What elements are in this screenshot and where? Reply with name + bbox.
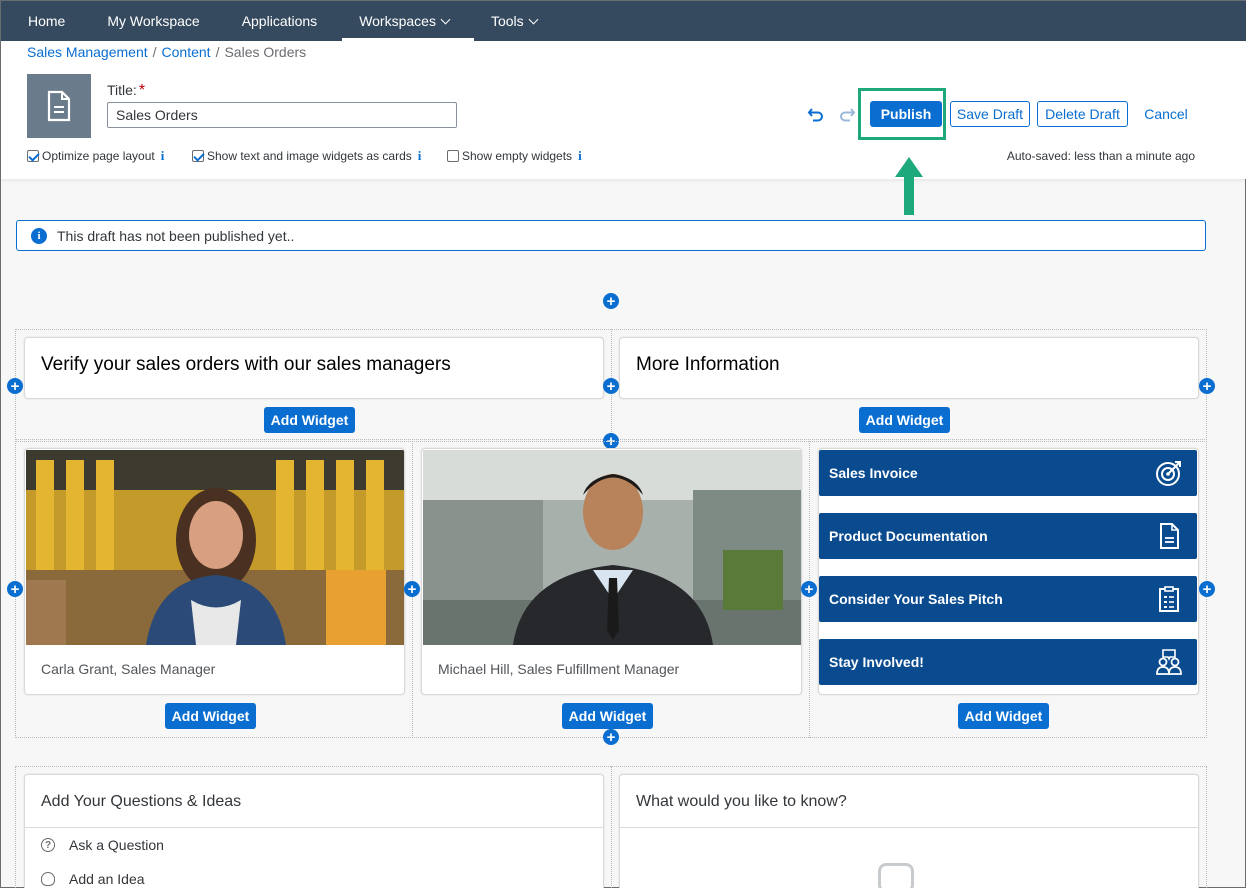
page-document-icon (27, 74, 91, 138)
link-label: Stay Involved! (829, 654, 924, 670)
draft-message-text: This draft has not been published yet.. (57, 227, 295, 244)
info-icon[interactable]: i (161, 148, 165, 164)
information-icon: i (31, 227, 47, 244)
add-column-icon[interactable]: + (7, 378, 23, 394)
add-section-icon[interactable]: + (603, 293, 619, 309)
carla-photo (26, 450, 404, 645)
clipboard-icon (1159, 586, 1179, 612)
publish-button[interactable]: Publish (870, 101, 942, 127)
add-column-icon[interactable]: + (1199, 581, 1215, 597)
carla-caption: Carla Grant, Sales Manager (41, 661, 216, 677)
redo-icon[interactable] (838, 105, 856, 123)
add-widget-button[interactable]: Add Widget (562, 703, 653, 729)
optimize-layout-checkbox[interactable] (27, 150, 39, 162)
info-icon[interactable]: i (578, 148, 582, 164)
link-label: Sales Invoice (829, 465, 918, 481)
widgets-as-cards-checkbox[interactable] (192, 150, 204, 162)
what-to-know-card[interactable]: What would you like to know? (619, 774, 1199, 888)
chat-placeholder-icon (878, 863, 914, 888)
add-column-icon[interactable]: + (603, 378, 619, 394)
add-widget-button[interactable]: Add Widget (264, 407, 355, 433)
lightbulb-icon (41, 872, 55, 886)
breadcrumb-current: Sales Orders (224, 44, 307, 60)
link-label: Product Documentation (829, 528, 988, 544)
undo-icon[interactable] (807, 105, 825, 123)
cancel-button[interactable]: Cancel (1137, 101, 1195, 127)
add-section-icon[interactable]: + (603, 729, 619, 745)
nav-workspaces-label: Workspaces (359, 13, 436, 29)
add-column-icon[interactable]: + (1199, 378, 1215, 394)
add-column-icon[interactable]: + (404, 581, 420, 597)
annotation-arrow-icon (895, 157, 923, 215)
add-column-icon[interactable]: + (7, 581, 23, 597)
people-icon (1156, 649, 1182, 675)
chevron-down-icon (528, 14, 539, 24)
michael-caption: Michael Hill, Sales Fulfillment Manager (438, 661, 680, 677)
top-navigation: Home My Workspace Applications Workspace… (1, 1, 1246, 41)
ask-question-link[interactable]: ? Ask a Question (41, 837, 164, 853)
save-draft-button[interactable]: Save Draft (950, 101, 1030, 127)
title-label: Title: * (107, 82, 145, 100)
person-card-carla[interactable]: Carla Grant, Sales Manager (24, 448, 405, 695)
nav-workspaces[interactable]: Workspaces (342, 1, 474, 41)
link-sales-invoice[interactable]: Sales Invoice (819, 450, 1197, 496)
verify-card-title: Verify your sales orders with our sales … (41, 354, 451, 375)
required-mark: * (138, 82, 146, 99)
breadcrumb-content[interactable]: Content (162, 44, 211, 60)
nav-my-workspace[interactable]: My Workspace (90, 1, 224, 41)
delete-draft-button[interactable]: Delete Draft (1037, 101, 1128, 127)
nav-my-workspace-label: My Workspace (107, 13, 200, 29)
more-info-card[interactable]: More Information (619, 337, 1199, 399)
option-widgets-as-cards[interactable]: Show text and image widgets as cards i (192, 148, 421, 164)
ask-question-label: Ask a Question (69, 837, 164, 853)
title-input[interactable] (107, 102, 457, 128)
add-widget-button[interactable]: Add Widget (958, 703, 1049, 729)
title-label-text: Title: (107, 82, 137, 98)
chevron-down-icon (440, 14, 451, 24)
draft-message-strip: i This draft has not been published yet.… (16, 220, 1206, 251)
questions-ideas-card[interactable]: Add Your Questions & Ideas ? Ask a Questi… (24, 774, 604, 888)
person-card-michael[interactable]: Michael Hill, Sales Fulfillment Manager (421, 448, 802, 695)
more-info-card-title: More Information (636, 354, 780, 375)
option-optimize-layout[interactable]: Optimize page layout i (27, 148, 164, 164)
breadcrumb-separator: / (152, 44, 157, 60)
option-show-empty-widgets[interactable]: Show empty widgets i (447, 148, 582, 164)
verify-text-card[interactable]: Verify your sales orders with our sales … (24, 337, 604, 399)
nav-applications-label: Applications (241, 13, 318, 29)
add-widget-button[interactable]: Add Widget (859, 407, 950, 433)
option-label: Show text and image widgets as cards (207, 149, 412, 163)
what-to-know-title: What would you like to know? (620, 775, 1198, 828)
document-icon (1160, 523, 1179, 549)
add-idea-label: Add an Idea (69, 871, 145, 887)
autosave-status: Auto-saved: less than a minute ago (1006, 149, 1195, 163)
option-label: Optimize page layout (42, 149, 155, 163)
link-consider-sales-pitch[interactable]: Consider Your Sales Pitch (819, 576, 1197, 622)
info-icon[interactable]: i (418, 148, 422, 164)
link-product-documentation[interactable]: Product Documentation (819, 513, 1197, 559)
link-label: Consider Your Sales Pitch (829, 591, 1003, 607)
nav-tools-label: Tools (490, 13, 524, 29)
nav-applications[interactable]: Applications (225, 1, 343, 41)
add-widget-button[interactable]: Add Widget (165, 703, 256, 729)
page-editor-header: Sales Management / Content / Sales Orders Ti… (1, 41, 1246, 179)
add-idea-link[interactable]: Add an Idea (41, 871, 145, 887)
link-stay-involved[interactable]: Stay Involved! (819, 639, 1197, 685)
target-icon (1156, 461, 1181, 486)
nav-home[interactable]: Home (11, 1, 90, 41)
question-icon: ? (41, 838, 55, 852)
column-divider (611, 766, 612, 888)
breadcrumb-sales-management[interactable]: Sales Management (27, 44, 148, 60)
michael-photo (423, 450, 801, 645)
option-label: Show empty widgets (462, 149, 573, 163)
breadcrumb-separator: / (215, 44, 220, 60)
nav-tools[interactable]: Tools (474, 1, 562, 41)
questions-ideas-title: Add Your Questions & Ideas (25, 775, 603, 828)
nav-home-label: Home (28, 13, 66, 29)
breadcrumb: Sales Management / Content / Sales Orders (27, 44, 306, 60)
add-column-icon[interactable]: + (801, 581, 817, 597)
show-empty-widgets-checkbox[interactable] (447, 150, 459, 162)
